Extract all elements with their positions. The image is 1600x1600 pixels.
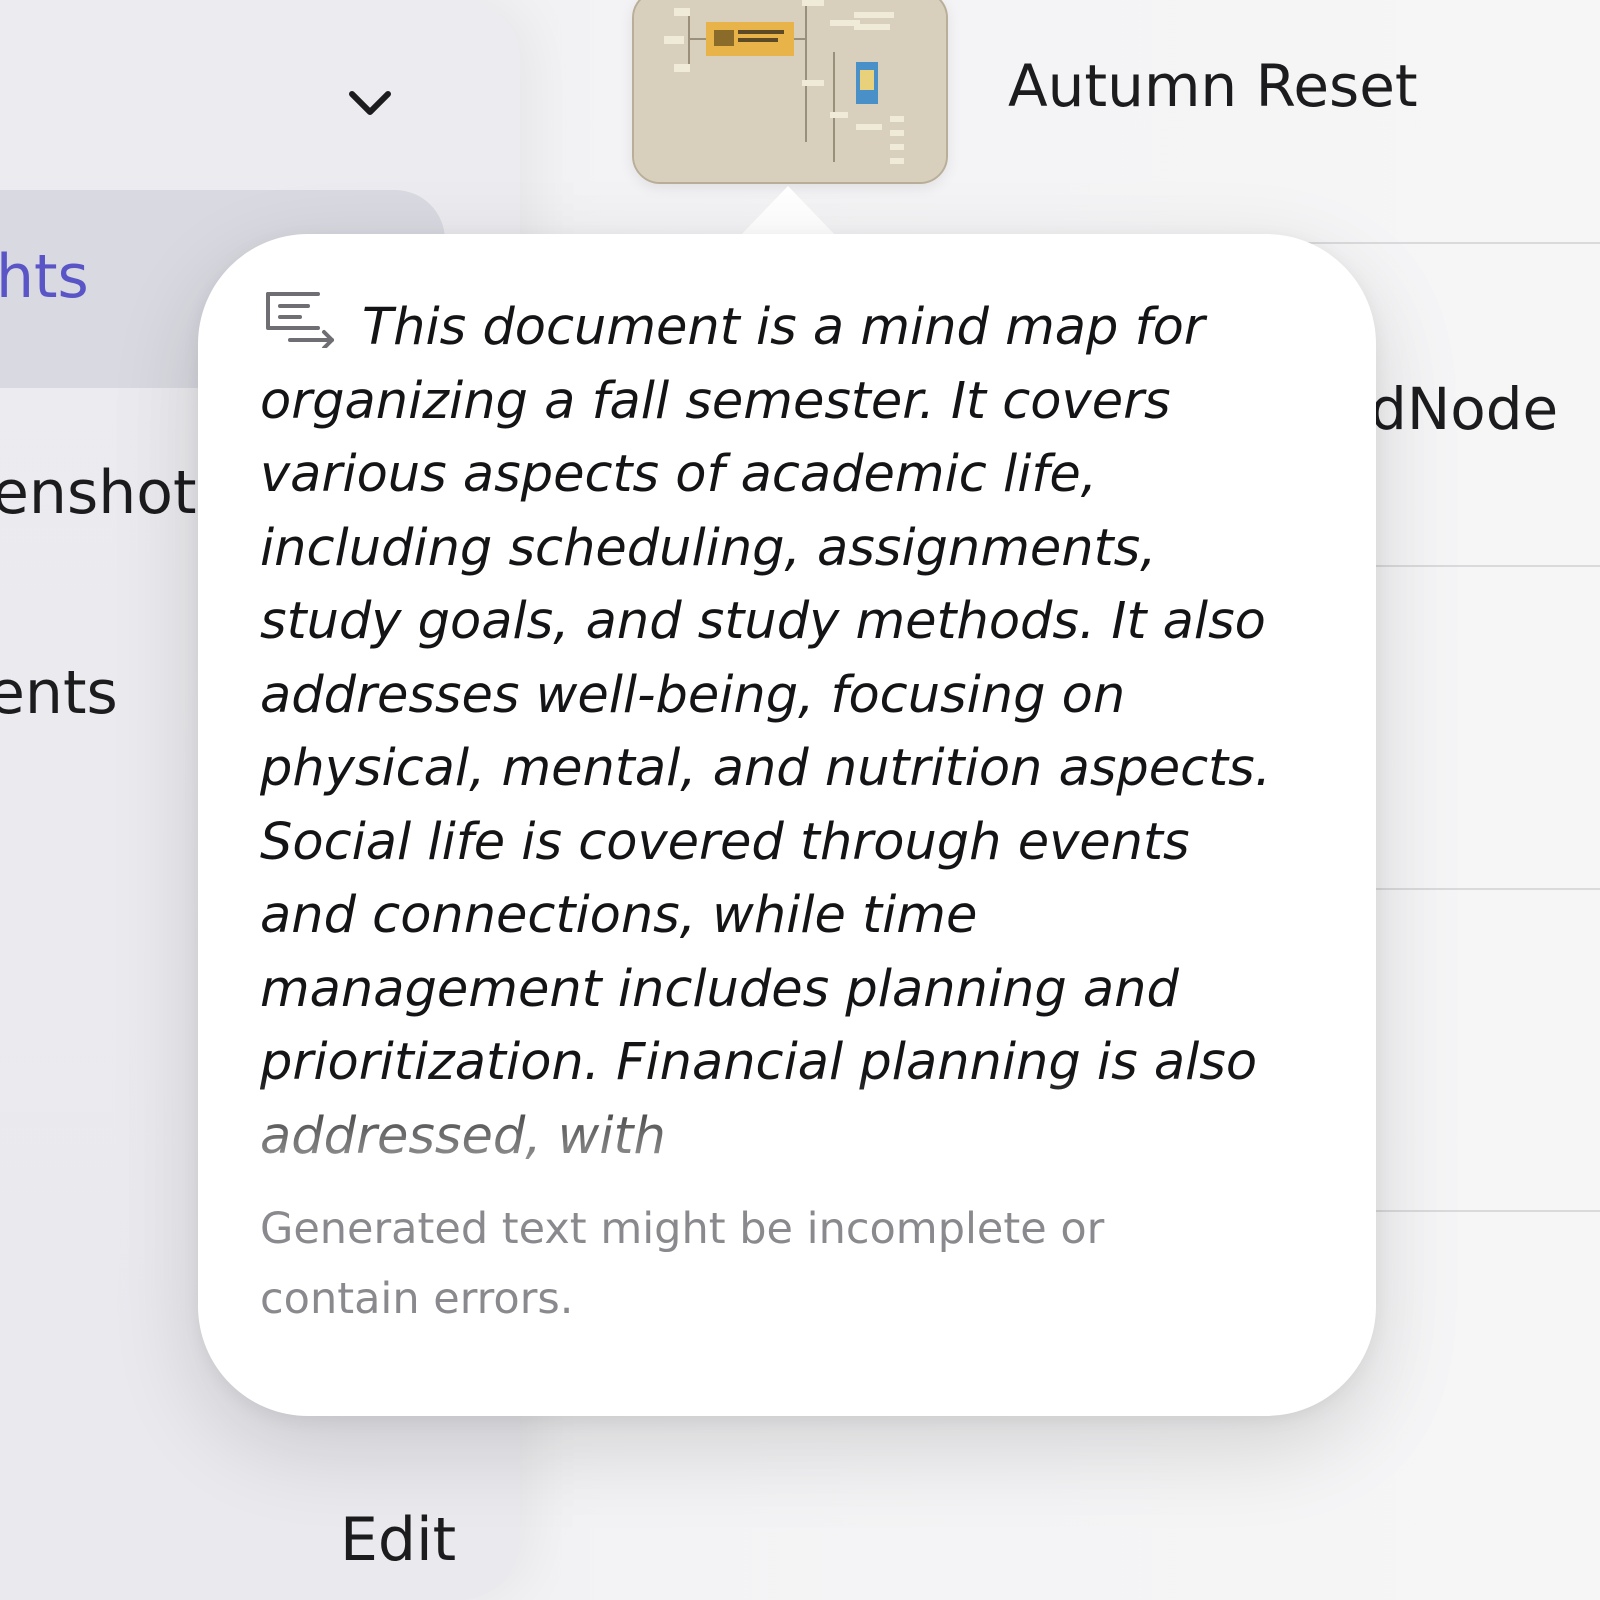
popover-arrow — [738, 186, 838, 238]
sidebar-item-documents[interactable]: ents — [0, 658, 118, 728]
mind-map-thumbnail-graphic — [634, 0, 946, 182]
chevron-down-icon[interactable] — [340, 80, 400, 130]
row-divider — [1270, 242, 1600, 244]
sidebar-item-label: ents — [0, 658, 118, 728]
document-title[interactable]: Autumn Reset — [1008, 52, 1418, 120]
disclaimer-text: Generated text might be incomplete or co… — [260, 1204, 1105, 1324]
sidebar-item-label: hts — [0, 242, 89, 312]
summary-text: This document is a mind map for organizi… — [260, 298, 1271, 1166]
summary-text-block: This document is a mind map for organizi… — [260, 290, 1290, 1180]
sidebar-item-screenshots[interactable]: enshots — [0, 458, 228, 528]
chevron-down-icon-graphic — [349, 91, 391, 115]
summary-popover: This document is a mind map for organizi… — [198, 234, 1376, 1416]
document-thumbnail[interactable] — [632, 0, 948, 184]
document-title[interactable]: dNode — [1370, 375, 1600, 443]
summary-icon — [260, 290, 340, 350]
sidebar-item-label: enshots — [0, 458, 228, 528]
edit-button[interactable]: Edit — [340, 1505, 456, 1575]
screen: hts enshots ents Edit Autumn Reset dNode… — [0, 0, 1600, 1600]
